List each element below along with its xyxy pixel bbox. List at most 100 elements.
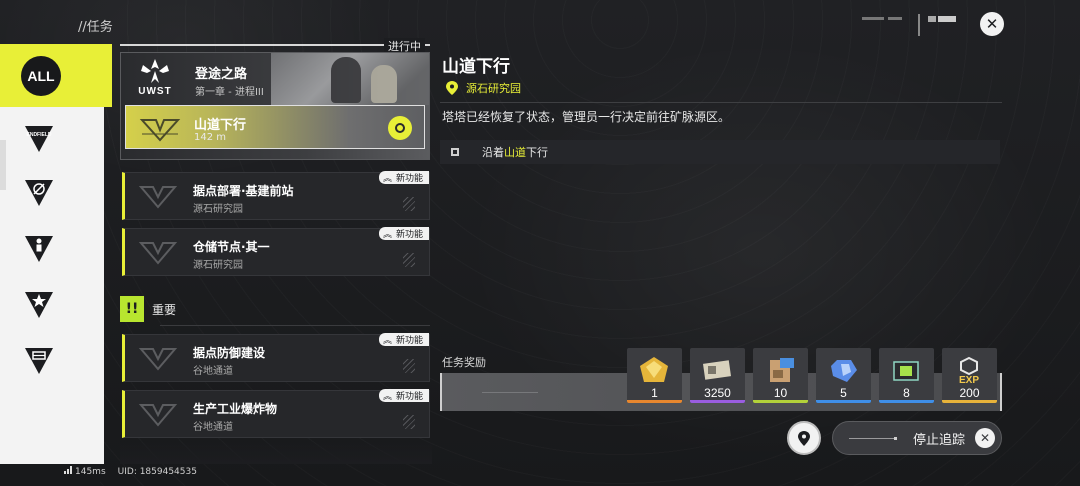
task-name: 据点防御建设 bbox=[193, 346, 266, 360]
page-title: //任务 bbox=[78, 20, 113, 35]
close-button[interactable]: ✕ bbox=[980, 12, 1004, 36]
material-box-icon bbox=[770, 358, 794, 382]
uwst-emblem-icon bbox=[141, 59, 169, 83]
reward-count: 8 bbox=[903, 386, 910, 400]
currency-card-icon bbox=[703, 360, 731, 380]
task-emblem-icon bbox=[138, 242, 178, 265]
rarity-bar bbox=[816, 400, 871, 403]
rarity-bar bbox=[627, 400, 682, 403]
sidebar-item-compass[interactable] bbox=[0, 168, 104, 218]
all-icon: ALL bbox=[21, 55, 61, 96]
svg-text:ENDFIELD: ENDFIELD bbox=[27, 132, 52, 138]
objective-text: 沿着山道下行 bbox=[482, 146, 548, 159]
uwst-logo: UWST bbox=[133, 57, 177, 103]
rarity-bar bbox=[753, 400, 808, 403]
section-important-header: !! 重要 bbox=[120, 296, 176, 322]
device-part-icon bbox=[893, 361, 919, 381]
expand-up-icon: ︽ bbox=[382, 392, 392, 402]
uid-text: UID: 1859454535 bbox=[117, 466, 197, 477]
reward-count: 1 bbox=[651, 386, 658, 400]
stripe-decoration bbox=[403, 197, 415, 211]
task-card[interactable]: 据点防御建设 谷地通道 ︽ 新功能 bbox=[122, 333, 430, 382]
task-emblem-icon bbox=[139, 119, 181, 142]
ghost-line bbox=[482, 392, 538, 393]
sidebar-item-star[interactable] bbox=[0, 280, 104, 330]
sidebar-item-vehicle[interactable] bbox=[0, 336, 104, 386]
compass-icon bbox=[25, 180, 53, 206]
quest-chapter-subtitle: 第一章 - 进程III bbox=[195, 87, 264, 98]
task-name: 仓储节点·其一 bbox=[193, 240, 270, 254]
endfield-icon: ENDFIELD bbox=[25, 126, 53, 152]
task-card[interactable]: 生产工业爆炸物 谷地通道 ︽ 新功能 bbox=[122, 389, 430, 438]
quest-location-label: 源石研究园 bbox=[466, 82, 521, 95]
section-label: 重要 bbox=[152, 302, 177, 317]
reward-item[interactable]: 3250 bbox=[690, 348, 745, 403]
reward-count: 5 bbox=[840, 386, 847, 400]
exp-icon: EXP bbox=[959, 356, 979, 384]
badge-label: 新功能 bbox=[395, 230, 423, 240]
target-icon bbox=[395, 123, 405, 133]
detail-divider bbox=[440, 102, 1002, 103]
stripe-decoration bbox=[403, 415, 415, 429]
expand-up-icon: ︽ bbox=[382, 174, 392, 184]
badge-label: 新功能 bbox=[395, 336, 423, 346]
reward-count: 200 bbox=[959, 386, 980, 400]
expand-up-icon: ︽ bbox=[382, 230, 392, 240]
reward-item[interactable]: 5 bbox=[816, 348, 871, 403]
sidebar-item-endfield[interactable]: ENDFIELD bbox=[0, 114, 104, 164]
reward-item[interactable]: 8 bbox=[879, 348, 934, 403]
new-feature-badge: ︽ 新功能 bbox=[378, 171, 429, 184]
objective-checkbox-icon bbox=[451, 148, 459, 156]
track-target-button[interactable] bbox=[388, 116, 412, 140]
sidebar-item-all[interactable]: ALL bbox=[0, 44, 112, 107]
person-icon bbox=[25, 236, 53, 262]
rarity-bar bbox=[879, 400, 934, 403]
badge-label: 新功能 bbox=[395, 174, 423, 184]
new-feature-badge: ︽ 新功能 bbox=[378, 333, 429, 346]
task-location: 源石研究园 bbox=[193, 260, 243, 271]
quest-artwork bbox=[271, 53, 429, 105]
quest-location: 源石研究园 bbox=[446, 80, 521, 96]
decorative-marks-icon bbox=[862, 14, 956, 36]
reward-count: 3250 bbox=[704, 386, 731, 400]
new-feature-badge: ︽ 新功能 bbox=[378, 389, 429, 402]
stripe-decoration bbox=[403, 253, 415, 267]
quest-chapter-title: 登途之路 bbox=[195, 67, 248, 82]
quest-title: 山道下行 bbox=[442, 57, 510, 77]
featured-quest-card[interactable]: UWST 登途之路 第一章 - 进程III 山道下行 142 m bbox=[120, 52, 430, 160]
reward-item[interactable]: 10 bbox=[753, 348, 808, 403]
reward-label: 任务奖励 bbox=[442, 356, 486, 369]
task-emblem-icon bbox=[138, 404, 178, 427]
decorative-line bbox=[849, 436, 897, 440]
expand-up-icon: ︽ bbox=[382, 336, 392, 346]
stripe-decoration bbox=[403, 359, 415, 373]
section-divider bbox=[160, 325, 430, 326]
sidebar-item-person[interactable] bbox=[0, 224, 104, 274]
task-name: 生产工业爆炸物 bbox=[193, 402, 278, 416]
rarity-bar bbox=[942, 400, 997, 403]
reward-bar-end bbox=[1000, 373, 1002, 411]
quest-description: 塔塔已经恢复了状态，管理员一行决定前往矿脉源区。 bbox=[442, 110, 731, 124]
sidebar-item-label: ALL bbox=[27, 67, 55, 84]
status-footer: 145ms UID: 1859454535 bbox=[64, 466, 197, 477]
locate-button[interactable] bbox=[787, 421, 821, 455]
ping-indicator: 145ms bbox=[64, 466, 106, 477]
stop-tracking-label: 停止追踪 bbox=[913, 432, 966, 448]
stop-tracking-button[interactable]: 停止追踪 ✕ bbox=[832, 421, 1002, 455]
reward-items: 1 3250 10 5 8 EXP 200 bbox=[627, 348, 997, 403]
task-location: 谷地通道 bbox=[193, 422, 233, 433]
quest-objective: 沿着山道下行 bbox=[440, 140, 1000, 164]
location-pin-icon bbox=[446, 81, 458, 95]
task-location: 谷地通道 bbox=[193, 366, 233, 377]
task-location: 源石研究园 bbox=[193, 204, 243, 215]
selected-task[interactable]: 山道下行 142 m bbox=[125, 105, 425, 149]
important-badge: !! bbox=[120, 296, 144, 322]
task-emblem-icon bbox=[138, 186, 178, 209]
task-card[interactable]: 仓储节点·其一 源石研究园 ︽ 新功能 bbox=[122, 227, 430, 276]
rarity-bar bbox=[690, 400, 745, 403]
reward-item[interactable]: EXP 200 bbox=[942, 348, 997, 403]
reward-item[interactable]: 1 bbox=[627, 348, 682, 403]
task-card[interactable]: 据点部署·基建前站 源石研究园 ︽ 新功能 bbox=[122, 171, 430, 220]
task-name: 据点部署·基建前站 bbox=[193, 184, 294, 198]
gold-crystal-icon bbox=[640, 357, 668, 382]
